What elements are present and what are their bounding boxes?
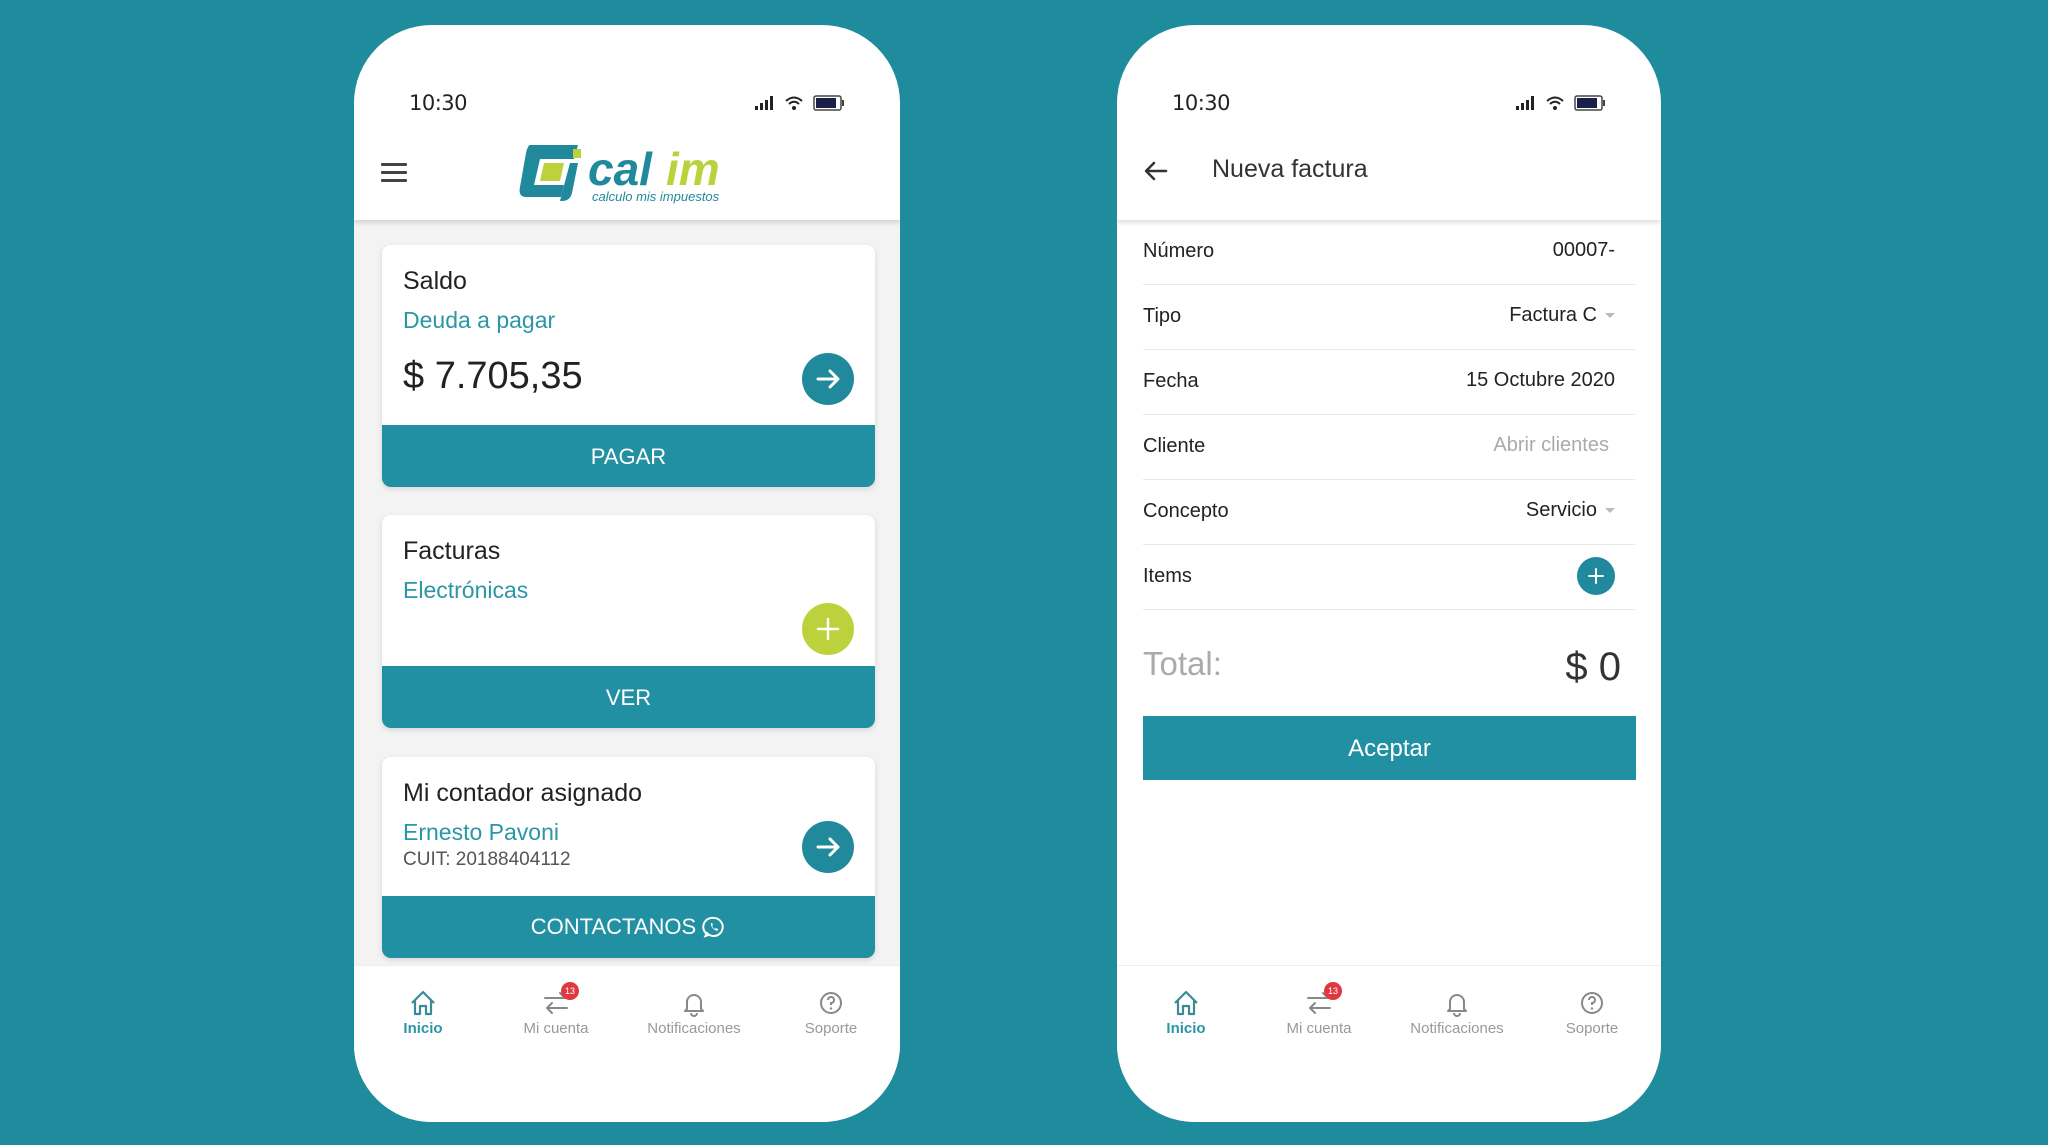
phone-home-screen: 10:30 cal im calculo mis impuestos Saldo… — [354, 25, 900, 1122]
wifi-icon — [1546, 96, 1564, 110]
notification-badge: 13 — [1324, 982, 1342, 1000]
arrow-left-icon — [1144, 161, 1168, 181]
battery-icon — [813, 95, 844, 111]
saldo-subtitle: Deuda a pagar — [403, 307, 556, 333]
contador-details-button[interactable] — [802, 821, 854, 873]
logo-text-cal: cal — [588, 143, 653, 195]
facturas-card: Facturas Electrónicas VER — [382, 515, 875, 728]
tipo-select[interactable]: Factura C — [1509, 304, 1615, 327]
cliente-label: Cliente — [1143, 435, 1206, 457]
aceptar-button[interactable]: Aceptar — [1143, 716, 1636, 780]
concepto-select[interactable]: Servicio — [1526, 499, 1615, 522]
help-circle-icon — [1581, 992, 1603, 1014]
new-factura-button[interactable] — [802, 603, 854, 655]
factura-form: Número 00007- Tipo Factura C Fecha 15 Oc… — [1143, 220, 1635, 610]
ver-button[interactable]: VER — [382, 666, 875, 728]
help-circle-icon — [820, 992, 842, 1014]
contador-cuit: CUIT: 20188404112 — [403, 849, 571, 870]
saldo-card: Saldo Deuda a pagar $ 7.705,35 PAGAR — [382, 245, 875, 487]
logo-text-im: im — [666, 143, 720, 195]
signal-icon — [1516, 96, 1534, 110]
bottom-navigation: Inicio 13 Mi cuenta Notificaciones Sopor… — [1117, 965, 1661, 1122]
notification-badge: 13 — [561, 982, 579, 1000]
add-item-button[interactable] — [1577, 557, 1615, 595]
numero-label: Número — [1143, 240, 1215, 262]
caret-down-icon — [1605, 508, 1615, 514]
concepto-value: Servicio — [1525, 499, 1597, 521]
nav-soporte[interactable]: Soporte — [766, 988, 896, 1037]
bottom-navigation: Inicio 13 Mi cuenta Notificaciones Sopor… — [354, 965, 900, 1122]
saldo-title: Saldo — [403, 267, 467, 295]
numero-row: Número 00007- — [1143, 220, 1635, 285]
contador-card: Mi contador asignado Ernesto Pavoni CUIT… — [382, 757, 875, 958]
nav-inicio-label: Inicio — [403, 1020, 443, 1037]
tipo-value: Factura C — [1509, 304, 1597, 326]
back-button[interactable] — [1142, 157, 1170, 190]
nav-notificaciones[interactable]: Notificaciones — [629, 988, 759, 1037]
battery-icon — [1574, 95, 1605, 111]
saldo-details-button[interactable] — [802, 353, 854, 405]
arrow-right-icon — [816, 369, 840, 389]
wifi-icon — [785, 96, 803, 110]
caret-down-icon — [1605, 313, 1615, 319]
total-section: Total: $ 0 — [1143, 610, 1635, 690]
concepto-row: Concepto Servicio — [1143, 480, 1635, 545]
app-header: cal im calculo mis impuestos — [354, 125, 900, 220]
fecha-value[interactable]: 15 Octubre 2020 — [1466, 369, 1615, 392]
nav-soporte[interactable]: Soporte — [1527, 988, 1657, 1037]
nav-mi-cuenta-label: Mi cuenta — [523, 1020, 589, 1037]
home-icon — [1174, 990, 1198, 1016]
logo-tagline: calculo mis impuestos — [592, 189, 720, 204]
tipo-row: Tipo Factura C — [1143, 285, 1635, 350]
status-bar: 10:30 — [409, 91, 845, 121]
status-time: 10:30 — [1172, 91, 1231, 115]
page-title: Nueva factura — [1212, 155, 1368, 183]
saldo-amount: $ 7.705,35 — [403, 355, 583, 397]
app-header: Nueva factura — [1117, 125, 1661, 220]
nav-inicio-label: Inicio — [1166, 1020, 1206, 1037]
cliente-picker[interactable]: Abrir clientes — [1493, 434, 1609, 457]
phone-nueva-factura-screen: 10:30 Nueva factura Número 00007- Tipo F… — [1117, 25, 1661, 1122]
hamburger-menu-icon[interactable] — [381, 163, 407, 183]
total-label: Total: — [1143, 645, 1222, 682]
nav-inicio[interactable]: Inicio — [1121, 988, 1251, 1037]
nav-mi-cuenta-label: Mi cuenta — [1286, 1020, 1352, 1037]
signal-icon — [755, 96, 773, 110]
status-bar: 10:30 — [1172, 91, 1606, 121]
numero-value[interactable]: 00007- — [1553, 239, 1615, 262]
contactanos-button[interactable]: CONTACTANOS — [382, 896, 875, 958]
plus-icon — [1588, 568, 1604, 584]
facturas-title: Facturas — [403, 537, 501, 565]
pagar-button[interactable]: PAGAR — [382, 425, 875, 487]
nav-mi-cuenta[interactable]: 13 Mi cuenta — [491, 982, 621, 1037]
fecha-label: Fecha — [1143, 370, 1199, 392]
home-icon — [411, 990, 435, 1016]
facturas-subtitle: Electrónicas — [403, 577, 529, 603]
logo-mark-icon: cal im calculo mis impuestos — [519, 143, 720, 204]
cliente-row: Cliente Abrir clientes — [1143, 415, 1635, 480]
tipo-label: Tipo — [1143, 305, 1182, 327]
nav-soporte-label: Soporte — [1565, 1020, 1619, 1037]
contador-name: Ernesto Pavoni — [403, 819, 559, 845]
fecha-row: Fecha 15 Octubre 2020 — [1143, 350, 1635, 415]
arrow-right-icon — [816, 837, 840, 857]
items-label: Items — [1143, 565, 1192, 587]
total-value: $ 0 — [1565, 645, 1621, 689]
nav-notificaciones-label: Notificaciones — [647, 1020, 741, 1037]
contactanos-label: CONTACTANOS — [530, 914, 697, 939]
nav-mi-cuenta[interactable]: 13 Mi cuenta — [1254, 982, 1384, 1037]
bell-icon — [684, 994, 704, 1017]
nav-notificaciones[interactable]: Notificaciones — [1392, 988, 1522, 1037]
nav-inicio[interactable]: Inicio — [358, 988, 488, 1037]
status-time: 10:30 — [409, 91, 468, 115]
contador-title: Mi contador asignado — [403, 779, 643, 807]
concepto-label: Concepto — [1143, 500, 1229, 522]
nav-notificaciones-label: Notificaciones — [1410, 1020, 1504, 1037]
nav-soporte-label: Soporte — [804, 1020, 858, 1037]
items-row: Items — [1143, 545, 1635, 610]
calim-logo: cal im calculo mis impuestos — [516, 137, 741, 209]
plus-icon — [816, 617, 840, 641]
whatsapp-icon — [702, 916, 724, 938]
bell-icon — [1447, 994, 1467, 1017]
